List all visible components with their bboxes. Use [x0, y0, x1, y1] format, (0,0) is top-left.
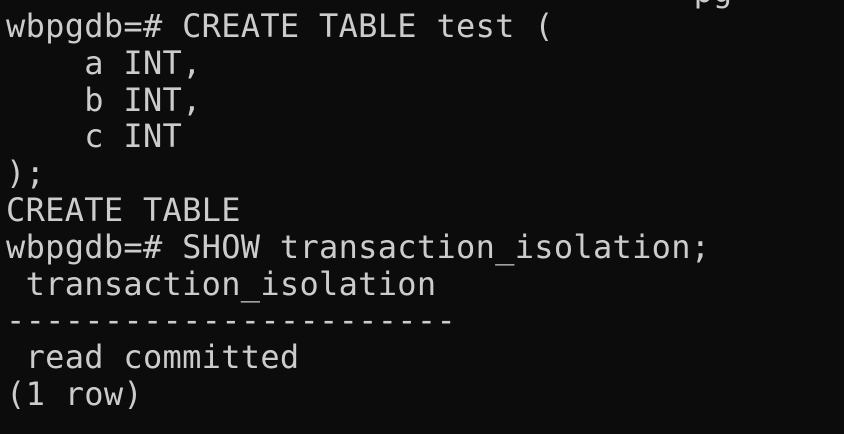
row-count: (1 row) — [6, 374, 143, 413]
prompt-create-table: wbpgdb=# CREATE TABLE test ( — [6, 7, 554, 45]
result-column-header: transaction_isolation — [6, 264, 437, 303]
column-def-a: a INT, — [6, 43, 202, 82]
column-def-c: c INT — [6, 117, 183, 156]
result-separator: ----------------------- — [6, 301, 457, 340]
terminal-output: wbpgdb=# CREATE TABLE test ( a INT, b IN… — [6, 8, 710, 413]
terminal-window[interactable]: pg wbpgdb=# CREATE TABLE test ( a INT, b… — [0, 0, 844, 434]
column-def-b: b INT, — [6, 80, 202, 119]
statement-close: ); — [6, 154, 46, 193]
create-table-result: CREATE TABLE — [6, 190, 241, 229]
result-value: read committed — [6, 338, 300, 377]
prompt-show-isolation: wbpgdb=# SHOW transaction_isolation; — [6, 227, 711, 266]
